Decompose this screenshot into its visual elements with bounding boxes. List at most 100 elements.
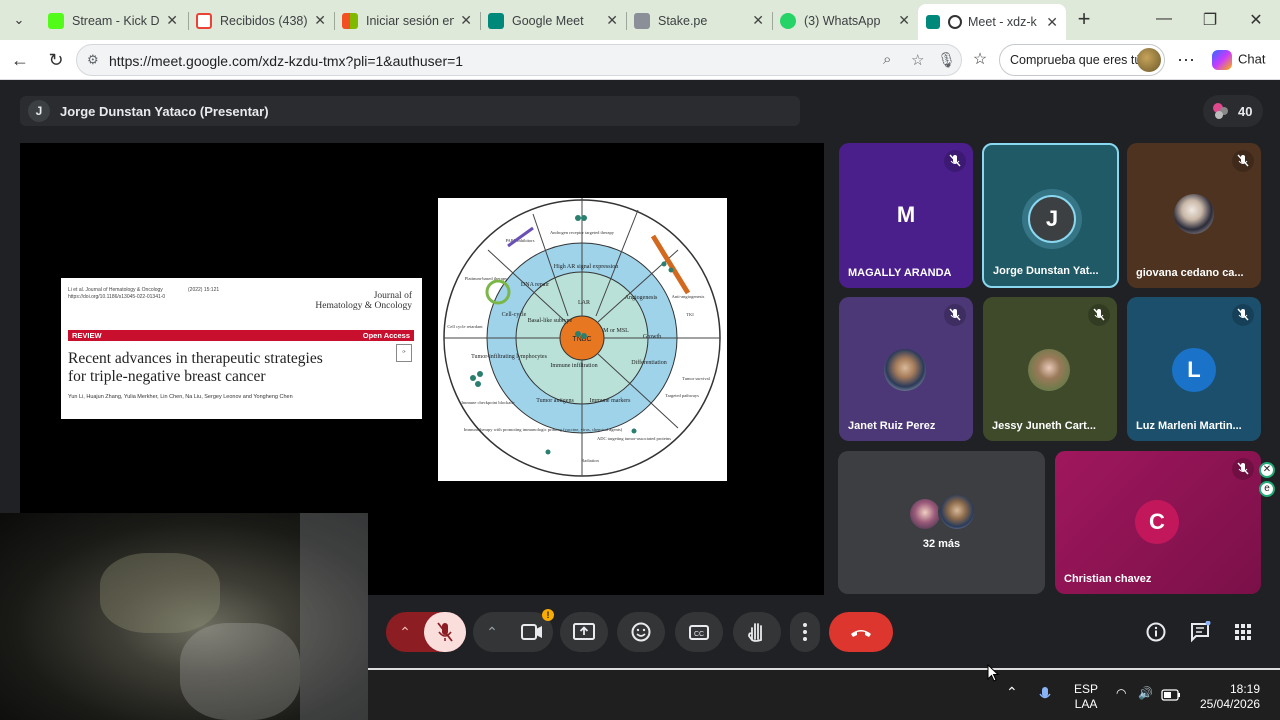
profile-label: Comprueba que eres tú [1010,53,1142,67]
participant-name: Jessy Juneth Cart... [992,420,1096,432]
close-icon[interactable]: ✕ [1046,14,1058,31]
volume-icon[interactable]: 🔊 [1138,686,1153,700]
emoji-icon [631,622,651,642]
back-arrow-icon[interactable]: ← [9,49,31,71]
wifi-icon[interactable]: ◠ [1116,686,1126,700]
warning-badge-icon: ! [542,609,554,621]
star-icon[interactable]: ☆ [911,51,924,69]
tab-label: Google Meet [512,13,584,28]
favorites-icon[interactable]: ☆ [969,49,991,71]
participant-initial: C [1135,500,1179,544]
input-language[interactable]: ESP LAA [1074,682,1098,712]
microphone-icon[interactable]: 🎙 [937,51,956,69]
zoom-search-icon[interactable]: ⌕ [883,51,891,68]
participant-initial: J [1028,195,1076,243]
participant-name: Jorge Dunstan Yat... [993,265,1099,277]
close-icon[interactable]: ✕ [314,12,326,29]
activities-grid-icon[interactable] [1232,621,1254,643]
leave-call-button[interactable] [829,612,893,652]
svg-text:CC: CC [694,631,704,638]
date: 25/04/2026 [1200,697,1261,711]
close-icon[interactable]: ✕ [752,12,764,29]
profile-button[interactable]: Comprueba que eres tú [999,44,1165,76]
meet-icon [488,12,504,29]
microphone-control[interactable]: ⌃ [386,612,466,652]
close-icon[interactable]: ✕ [166,12,178,29]
lar-label: LAR [578,300,590,306]
meeting-info-icon[interactable] [1145,621,1167,643]
close-icon[interactable]: ✕ [460,12,472,29]
participant-name: Christian chavez [1064,573,1152,585]
chevron-up-icon[interactable]: ⌃ [473,612,511,652]
camera-control[interactable]: ⌃ ! [473,609,554,652]
participant-count: 40 [1238,104,1253,119]
clock[interactable]: 18:19 25/04/2026 [1200,682,1260,712]
browser-tab-bar: ⌄ Stream - Kick Da ✕ Recibidos (438) ✕ I… [0,0,1280,40]
participant-tile[interactable]: Jessy Juneth Cart... [983,297,1117,441]
tab-microsoft[interactable]: Iniciar sesión en ✕ [334,5,480,36]
paper-title-line2: for triple-negative breast cancer [68,368,266,385]
show-hidden-icons-icon[interactable]: ⌃ [1006,684,1018,701]
immune-infiltration-label: Immune infiltration [550,362,597,369]
tab-google-meet[interactable]: Google Meet ✕ [480,5,626,36]
battery-icon[interactable] [1161,689,1181,701]
participant-tile[interactable]: M MAGALLY ARANDA [839,143,973,288]
participant-name: Janet Ruiz Perez [848,420,936,432]
new-tab-button[interactable]: + [1072,8,1096,32]
participant-photo [1174,194,1214,234]
copilot-chat-button[interactable]: Chat [1212,50,1265,70]
participant-tile[interactable]: L Luz Marleni Martin... [1127,297,1261,441]
raise-hand-button[interactable] [733,612,781,652]
url-text[interactable]: https://meet.google.com/xdz-kzdu-tmx?pli… [109,53,463,69]
participants-button[interactable]: 40 [1203,95,1263,127]
close-icon[interactable]: ✕ [606,12,618,29]
recording-icon [948,15,962,29]
reload-icon[interactable]: ↻ [45,49,67,71]
tab-meet-active[interactable]: Meet - xdz-k ✕ [918,4,1066,40]
more-menu-icon[interactable]: ⋯ [1175,49,1197,71]
open-access-label: Open Access [362,331,410,340]
participants-icon [1213,103,1228,119]
restore-icon[interactable]: ❐ [1200,10,1220,30]
chevron-up-icon[interactable]: ⌃ [386,612,424,652]
adc-label: ADC targeting tumor-associated proteins [597,436,671,441]
address-bar[interactable]: ⚙ https://meet.google.com/xdz-kzdu-tmx?p… [76,44,962,76]
presenter-chip: J Jorge Dunstan Yataco (Presentar) [20,96,800,126]
kick-icon [48,12,64,29]
participant-name: MAGALLY ARANDA [848,267,952,279]
participant-tile[interactable]: C Christian chavez [1055,451,1261,594]
present-screen-button[interactable] [560,612,608,652]
mic-off-button[interactable] [424,612,466,652]
close-icon[interactable]: ✕ [898,12,910,29]
review-bar: REVIEW Open Access [68,330,414,341]
journal-name: Journal of Hematology & Oncology [315,291,412,311]
window-close-icon[interactable]: ✕ [1246,10,1266,30]
microphone-tray-icon[interactable] [1038,686,1052,704]
tab-stake[interactable]: Stake.pe ✕ [626,5,772,36]
til-label: Tumor-infiltrating lymphocytes [471,353,547,360]
site-info-icon[interactable]: ⚙ [87,52,99,68]
captions-button[interactable]: CC [675,612,723,652]
close-overlay-icon[interactable]: ✕ [1259,462,1275,478]
participant-tile[interactable]: Janet Ruiz Perez [839,297,973,441]
participant-tile-speaking[interactable]: J Jorge Dunstan Yat... [982,143,1119,288]
minimize-icon[interactable]: — [1154,10,1174,28]
tab-whatsapp[interactable]: (3) WhatsApp ✕ [772,5,918,36]
microsoft-icon [342,12,358,29]
journal-citation: Li et al. Journal of Hematology & Oncolo… [68,287,163,293]
more-participants-tile[interactable]: 32 más [838,451,1045,594]
chat-icon[interactable] [1189,621,1211,643]
growth-label: Growth [643,334,661,340]
tumor-antigens-label: Tumor antigens [536,398,574,404]
tab-search-icon[interactable]: ⌄ [8,9,30,31]
tab-gmail[interactable]: Recibidos (438) ✕ [188,5,334,36]
paper-title-line1: Recent advances in therapeutic strategie… [68,350,323,367]
edge-helper-icon[interactable]: e [1259,481,1275,497]
reactions-button[interactable] [617,612,665,652]
participant-tile[interactable]: giovana cedano ca... [1127,143,1261,288]
tab-label: Recibidos (438) [220,13,308,28]
presenter-avatar: J [28,100,50,122]
tab-kick[interactable]: Stream - Kick Da ✕ [40,5,186,36]
msl-label: M or MSL [603,328,629,334]
more-options-button[interactable] [790,612,820,652]
